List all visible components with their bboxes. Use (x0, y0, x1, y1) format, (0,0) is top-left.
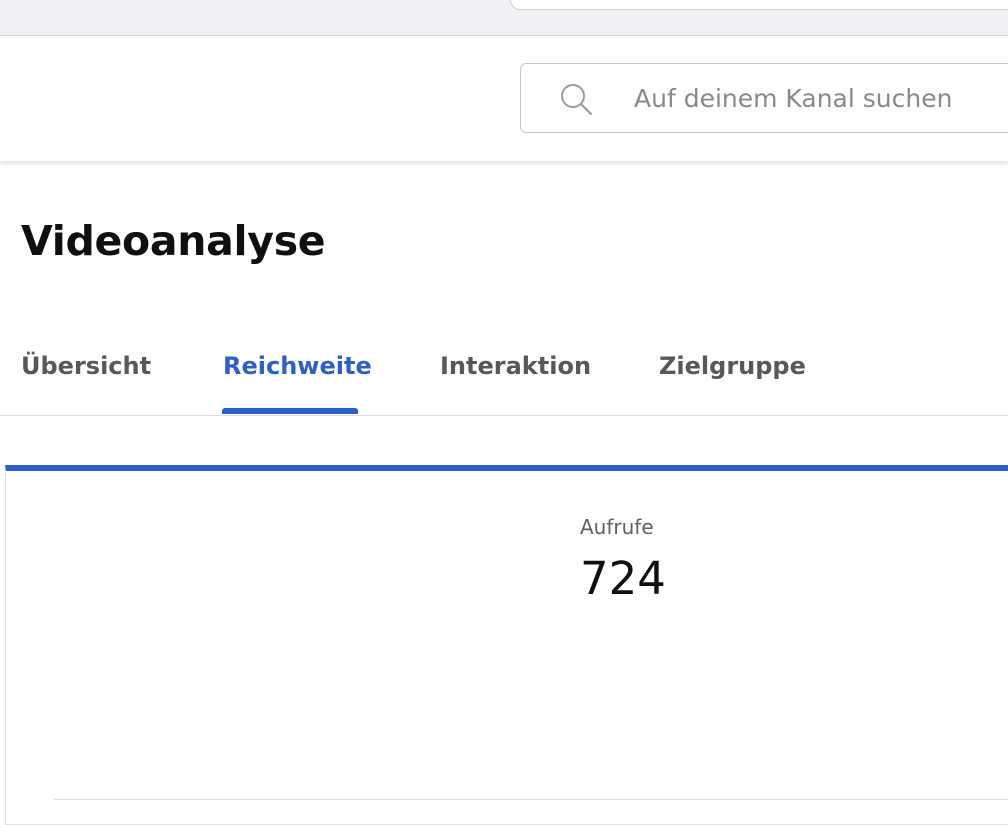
tab-uebersicht[interactable]: Übersicht (21, 348, 151, 384)
tab-bar: Übersicht Reichweite Interaktion Zielgru… (0, 330, 1008, 416)
browser-address-field[interactable] (510, 0, 1008, 10)
tab-reichweite[interactable]: Reichweite (223, 348, 372, 384)
search-input[interactable]: Auf deinem Kanal suchen (634, 81, 952, 117)
metric-label: Aufrufe (580, 515, 654, 539)
browser-chrome (0, 0, 1008, 36)
metric-card[interactable]: Aufrufe 724 (5, 465, 1008, 825)
active-tab-indicator (222, 408, 358, 414)
page-title: Videoanalyse (21, 217, 326, 265)
tab-zielgruppe[interactable]: Zielgruppe (659, 348, 806, 384)
search-box[interactable]: Auf deinem Kanal suchen (520, 63, 1008, 133)
search-icon (557, 81, 597, 117)
tab-interaktion[interactable]: Interaktion (440, 348, 591, 384)
metric-value: 724 (580, 552, 666, 605)
header: Auf deinem Kanal suchen (0, 36, 1008, 162)
card-divider (54, 799, 1008, 800)
